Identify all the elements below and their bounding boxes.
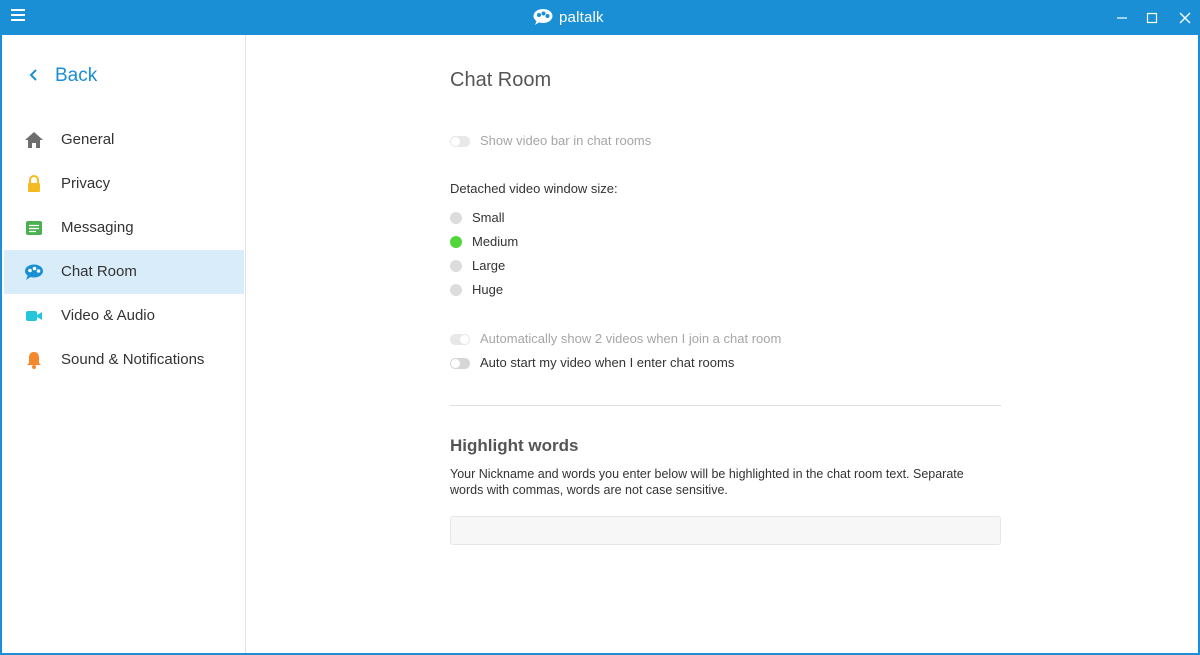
page-title: Chat Room bbox=[450, 69, 552, 91]
size-radio-huge[interactable] bbox=[450, 284, 462, 296]
size-radio-medium[interactable] bbox=[450, 236, 462, 248]
sidebar-item-general[interactable]: General bbox=[4, 118, 244, 162]
close-icon bbox=[1179, 12, 1191, 23]
size-option-label: Small bbox=[472, 210, 505, 225]
minimize-icon bbox=[1117, 16, 1127, 19]
sidebar-item-messaging[interactable]: Messaging bbox=[4, 206, 244, 250]
title-bar: paltalk bbox=[0, 0, 1200, 35]
close-button[interactable] bbox=[1170, 0, 1200, 35]
highlight-words-input[interactable] bbox=[450, 516, 1001, 545]
minimize-button[interactable] bbox=[1107, 0, 1137, 35]
menu-icon[interactable] bbox=[11, 9, 25, 21]
highlight-words-title: Highlight words bbox=[450, 436, 579, 455]
sidebar-item-label: Video & Audio bbox=[61, 307, 155, 324]
sidebar-item-label: Privacy bbox=[61, 175, 111, 192]
settings-sidebar: Back General Privacy Messaging Chat Room… bbox=[4, 35, 246, 653]
auto-show-two-videos-toggle[interactable] bbox=[450, 334, 470, 345]
video-icon bbox=[26, 311, 42, 321]
show-video-bar-toggle[interactable] bbox=[450, 136, 470, 147]
back-label: Back bbox=[55, 65, 98, 86]
sidebar-item-label: Chat Room bbox=[61, 263, 137, 280]
size-option-label: Medium bbox=[472, 234, 519, 249]
size-radio-large[interactable] bbox=[450, 260, 462, 272]
sidebar-item-privacy[interactable]: Privacy bbox=[4, 162, 244, 206]
chevron-left-icon bbox=[29, 69, 37, 81]
sidebar-item-chat-room[interactable]: Chat Room bbox=[4, 250, 244, 294]
app-logo-text: paltalk bbox=[559, 8, 604, 26]
maximize-button[interactable] bbox=[1137, 0, 1167, 35]
app-window: paltalk Back General Privacy Messaging C… bbox=[0, 0, 1200, 655]
back-button[interactable]: Back bbox=[4, 61, 244, 91]
auto-start-video-label: Auto start my video when I enter chat ro… bbox=[480, 355, 735, 370]
sidebar-item-label: Messaging bbox=[61, 219, 134, 236]
message-icon bbox=[26, 221, 42, 235]
sidebar-item-label: General bbox=[61, 131, 115, 148]
auto-start-video-toggle[interactable] bbox=[450, 358, 470, 369]
sidebar-item-label: Sound & Notifications bbox=[61, 351, 205, 368]
size-option-label: Large bbox=[472, 258, 506, 273]
sidebar-item-video-audio[interactable]: Video & Audio bbox=[4, 294, 244, 338]
highlight-words-description: Your Nickname and words you enter below … bbox=[450, 467, 964, 497]
size-radio-small[interactable] bbox=[450, 212, 462, 224]
size-option-label: Huge bbox=[472, 282, 504, 297]
chat-room-icon bbox=[25, 264, 43, 280]
bell-icon bbox=[27, 352, 41, 369]
detached-size-label: Detached video window size: bbox=[450, 181, 618, 196]
maximize-icon bbox=[1146, 12, 1158, 23]
sidebar-item-sound-notifications[interactable]: Sound & Notifications bbox=[4, 338, 244, 382]
show-video-bar-label: Show video bar in chat rooms bbox=[480, 133, 652, 148]
home-icon bbox=[25, 132, 43, 148]
paltalk-logo-icon bbox=[533, 9, 553, 25]
app-logo: paltalk bbox=[533, 7, 604, 27]
section-divider bbox=[450, 405, 1001, 406]
lock-icon bbox=[28, 175, 40, 192]
auto-show-two-videos-label: Automatically show 2 videos when I join … bbox=[480, 331, 782, 346]
